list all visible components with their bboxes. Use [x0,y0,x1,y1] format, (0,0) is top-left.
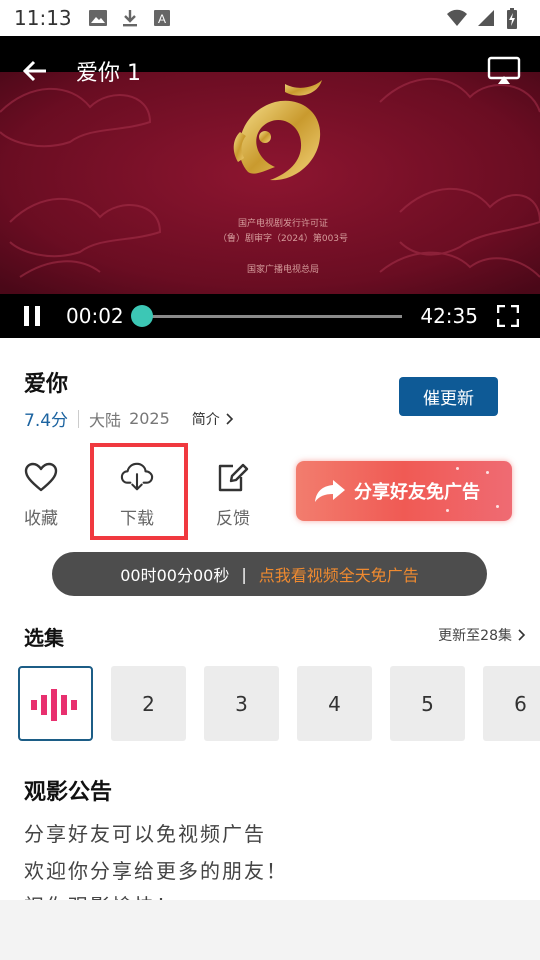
episode-item-6[interactable]: 6 [483,666,540,741]
notice-title: 观影公告 [24,780,113,805]
favorite-label: 收藏 [24,509,58,529]
video-license-line-2: （鲁）剧审字（2024）第003号 [218,232,348,244]
wifi-icon [446,8,467,28]
signal-icon [476,8,496,28]
episodes-more-link[interactable]: 更新至28集 [438,625,526,645]
cast-icon [487,56,521,84]
image-icon [88,8,108,28]
show-title: 爱你 [24,372,69,397]
video-frame[interactable]: 国产电视剧发行许可证 （鲁）剧审字（2024）第003号 国家广播电视总局 [0,72,540,300]
chevron-right-icon [226,412,233,425]
sparkle [496,505,499,508]
favorite-button[interactable]: 收藏 [6,460,76,529]
ad-free-banner[interactable]: 00时00分00秒 | 点我看视频全天免广告 [52,552,487,596]
status-time: 11:13 [14,6,72,30]
video-player[interactable]: 国产电视剧发行许可证 （鲁）剧审字（2024）第003号 国家广播电视总局 爱你… [0,36,540,338]
cast-button[interactable] [486,53,522,89]
progress-handle[interactable] [131,305,154,327]
notice-line: 祝你观影愉快！ [24,890,178,900]
episode-item-5[interactable]: 5 [390,666,465,741]
svg-text:A: A [158,12,166,26]
share-arrow-icon [315,480,345,502]
chevron-right-icon [518,629,526,641]
feedback-button[interactable]: 反馈 [198,460,268,529]
progress-bar[interactable] [131,305,402,327]
text-a-icon: A [152,8,172,28]
share-button[interactable]: 分享好友免广告 [296,461,512,521]
episode-item-2[interactable]: 2 [111,666,186,741]
share-label: 分享好友免广告 [354,482,480,503]
episodes-title: 选集 [24,626,64,650]
sparkle [486,471,489,474]
episode-item-3[interactable]: 3 [204,666,279,741]
now-playing-icon [30,688,77,721]
battery-icon [506,8,526,29]
rating: 7.4分 [24,411,69,431]
intro-label: 简介 [191,411,220,428]
download-icon [120,8,140,28]
total-time: 42:35 [420,304,478,328]
year: 2025 [129,409,170,428]
episode-item-4[interactable]: 4 [297,666,372,741]
fullscreen-button[interactable] [496,304,520,328]
request-update-button[interactable]: 催更新 [399,377,498,416]
status-bar: 11:13 A [0,0,540,36]
edit-icon [216,460,250,494]
arrow-left-icon [22,60,46,82]
player-title: 爱你 1 [76,61,141,86]
pause-icon [24,306,40,326]
region: 大陆 [89,410,122,430]
feedback-label: 反馈 [216,509,250,529]
intro-link[interactable]: 简介 [192,409,234,429]
ad-link[interactable]: 点我看视频全天免广告 [259,562,419,586]
notice-line: 欢迎你分享给更多的朋友！ [24,859,288,883]
pause-button[interactable] [20,304,44,328]
player-top-bar: 爱你 1 [0,36,540,106]
sparkle [446,509,449,512]
current-time: 00:02 [66,304,124,328]
meta-divider [78,409,80,428]
episode-item-1[interactable] [18,666,93,741]
ad-timer: 00时00分00秒 [120,566,230,585]
back-button[interactable] [18,54,52,88]
video-license-line-1: 国产电视剧发行许可证 [238,217,328,229]
fullscreen-icon [497,305,519,327]
video-license-line-3: 国家广播电视总局 [247,263,319,275]
download-highlight-box [90,443,188,540]
episodes-more-label: 更新至28集 [438,628,512,644]
show-meta: 7.4分 大陆 2025 简介 [24,406,234,431]
player-controls: 00:02 42:35 [0,294,540,338]
ad-separator: | [241,564,247,584]
sparkle [456,467,459,470]
notice-line: 分享好友可以免视频广告 [24,822,266,846]
detail-panel: 爱你 7.4分 大陆 2025 简介 催更新 收藏 下载 反馈 分享好友免广告 [0,338,540,900]
heart-icon [24,460,58,494]
